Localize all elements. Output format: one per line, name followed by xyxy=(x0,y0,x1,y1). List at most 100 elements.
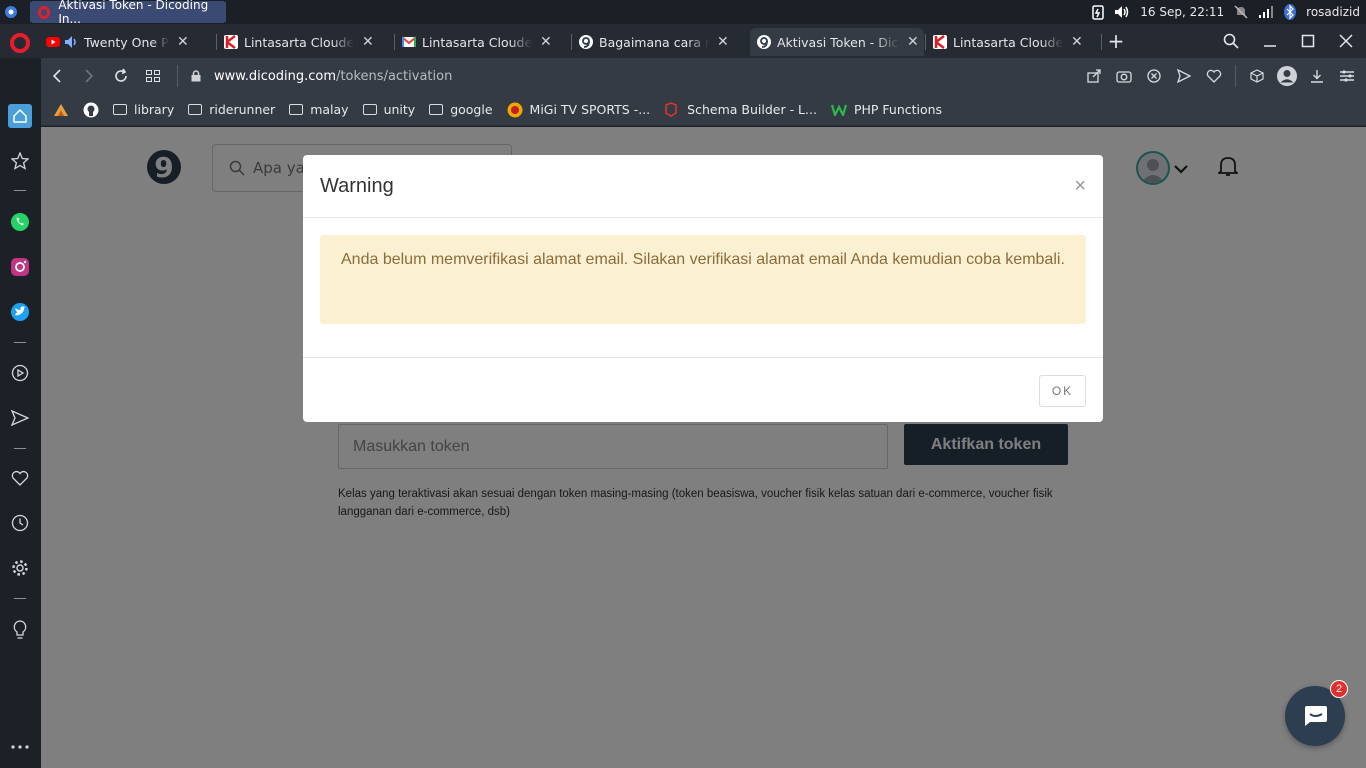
reload-icon[interactable] xyxy=(105,62,137,90)
tab-close-icon[interactable]: ✕ xyxy=(907,34,919,50)
bookmarks-bar: library riderunner malay unity google Mi… xyxy=(41,94,1366,126)
bookmark-folder-library[interactable]: library xyxy=(113,102,174,117)
tab-close-icon[interactable]: ✕ xyxy=(717,34,729,50)
tab-close-icon[interactable]: ✕ xyxy=(177,34,189,50)
settings-gear-icon[interactable] xyxy=(8,556,32,580)
url-host: www.dicoding.com xyxy=(214,68,337,84)
tab-title: Bagaimana cara mem xyxy=(599,34,709,50)
instagram-icon[interactable] xyxy=(8,255,32,279)
send-icon[interactable] xyxy=(1171,63,1197,89)
youtube-icon xyxy=(46,37,60,47)
volume-icon[interactable] xyxy=(1114,5,1130,19)
tab-twenty-one-pilots[interactable]: Twenty One Pilots ✕ xyxy=(46,28,189,56)
gmail-icon xyxy=(402,36,416,47)
tab-close-icon[interactable]: ✕ xyxy=(540,34,552,50)
tips-lightbulb-icon[interactable] xyxy=(8,618,32,642)
modal-header: Warning × xyxy=(303,155,1103,218)
tab-aktivasi-token[interactable]: Aktivasi Token - Dicod ✕ xyxy=(750,28,924,56)
dicoding-icon xyxy=(757,35,771,49)
migi-icon xyxy=(507,102,523,117)
ok-button[interactable]: OK xyxy=(1039,375,1086,407)
taskbar-active-window[interactable]: Aktivasi Token - Dicoding In... xyxy=(30,0,226,26)
battery-icon[interactable] xyxy=(1092,4,1104,20)
clock-text[interactable]: 16 Sep, 22:11 xyxy=(1140,5,1224,19)
bookmark-github[interactable] xyxy=(83,102,99,118)
modal-title: Warning xyxy=(320,174,394,197)
bookmark-folder-riderunner[interactable]: riderunner xyxy=(188,102,275,117)
tab-bagaimana[interactable]: Bagaimana cara mem ✕ xyxy=(579,28,729,56)
bookmark-app[interactable] xyxy=(53,103,69,117)
snapshot-icon[interactable] xyxy=(1111,63,1137,89)
modal-close-icon[interactable]: × xyxy=(1074,175,1086,198)
lock-icon[interactable] xyxy=(186,62,206,90)
bookmark-app-icon xyxy=(54,103,68,116)
favorites-star-icon[interactable] xyxy=(8,149,32,173)
player-icon[interactable] xyxy=(8,361,32,385)
launcher-icon[interactable] xyxy=(0,0,22,24)
opera-menu-icon[interactable] xyxy=(10,33,30,53)
bookmark-folder-malay[interactable]: malay xyxy=(289,102,349,117)
minimize-icon[interactable] xyxy=(1255,28,1285,54)
tab-title: Lintasarta Cloudeka D xyxy=(422,34,532,50)
new-tab-button[interactable]: + xyxy=(1101,28,1131,54)
bluetooth-icon[interactable] xyxy=(1284,4,1297,20)
url-field[interactable]: www.dicoding.com/tokens/activation xyxy=(214,69,452,84)
opera-sidebar xyxy=(0,58,41,768)
folder-icon xyxy=(429,104,444,115)
share-icon[interactable] xyxy=(1081,63,1107,89)
bookmark-migi-tv[interactable]: MiGi TV SPORTS -... xyxy=(507,102,650,118)
speed-dial-icon[interactable] xyxy=(137,62,169,90)
github-icon xyxy=(83,102,99,117)
adblock-icon[interactable] xyxy=(1141,63,1167,89)
tab-lintasarta-2[interactable]: Lintasarta Cloudeka D ✕ xyxy=(933,28,1083,56)
heart-icon[interactable] xyxy=(1201,63,1227,89)
username-text[interactable]: rosadizid xyxy=(1306,5,1360,19)
folder-icon xyxy=(113,104,127,115)
tab-lintasarta-1[interactable]: Lintasarta Cloudeka D ✕ xyxy=(224,28,374,56)
tab-close-icon[interactable]: ✕ xyxy=(362,34,374,50)
tab-title: Aktivasi Token - Dicod xyxy=(777,34,899,50)
tab-title: Lintasarta Cloudeka D xyxy=(244,34,354,50)
cloudeka-icon xyxy=(224,35,238,49)
extensions-cube-icon[interactable] xyxy=(1244,63,1270,89)
my-flow-icon[interactable] xyxy=(8,406,32,430)
folder-icon xyxy=(188,104,203,115)
home-icon[interactable] xyxy=(8,104,32,128)
laravel-icon xyxy=(665,101,677,117)
tab-close-icon[interactable]: ✕ xyxy=(1071,34,1083,50)
tab-lintasarta-gmail[interactable]: Lintasarta Cloudeka D ✕ xyxy=(402,28,552,56)
bookmark-schema-builder[interactable]: Schema Builder - L... xyxy=(664,101,817,118)
close-window-icon[interactable] xyxy=(1331,28,1361,54)
network-signal-icon[interactable] xyxy=(1258,5,1274,19)
chat-unread-badge: 2 xyxy=(1330,680,1348,698)
cloudeka-icon xyxy=(933,35,947,49)
os-top-bar: Aktivasi Token - Dicoding In... 16 Sep, … xyxy=(0,0,1366,26)
sidebar-heart-icon[interactable] xyxy=(8,466,32,490)
address-bar: www.dicoding.com/tokens/activation xyxy=(41,58,1366,94)
opera-icon xyxy=(38,5,51,19)
audio-playing-icon[interactable] xyxy=(64,35,78,49)
bookmark-php-functions[interactable]: PHP Functions xyxy=(830,102,942,117)
bookmark-folder-google[interactable]: google xyxy=(429,102,493,117)
profile-icon[interactable] xyxy=(1274,63,1300,89)
url-path: /tokens/activation xyxy=(336,68,453,84)
whatsapp-icon[interactable] xyxy=(8,210,32,234)
tab-title: Lintasarta Cloudeka D xyxy=(953,34,1063,50)
tab-search-icon[interactable] xyxy=(1216,28,1246,54)
forward-icon[interactable] xyxy=(73,62,105,90)
notifications-muted-icon[interactable] xyxy=(1234,5,1248,19)
warning-modal: Warning × Anda belum memverifikasi alama… xyxy=(303,155,1103,422)
history-clock-icon[interactable] xyxy=(8,511,32,535)
w-icon xyxy=(830,104,847,116)
easy-setup-menu-icon[interactable] xyxy=(1334,63,1360,89)
folder-icon xyxy=(362,104,377,115)
twitter-icon[interactable] xyxy=(8,300,32,324)
maximize-icon[interactable] xyxy=(1293,28,1323,54)
back-icon[interactable] xyxy=(41,62,73,90)
download-icon[interactable] xyxy=(1304,63,1330,89)
modal-footer: OK xyxy=(303,357,1103,422)
more-dots-icon[interactable] xyxy=(8,735,32,759)
folder-icon xyxy=(289,104,304,115)
taskbar-window-title: Aktivasi Token - Dicoding In... xyxy=(58,0,209,26)
bookmark-folder-unity[interactable]: unity xyxy=(362,102,415,117)
